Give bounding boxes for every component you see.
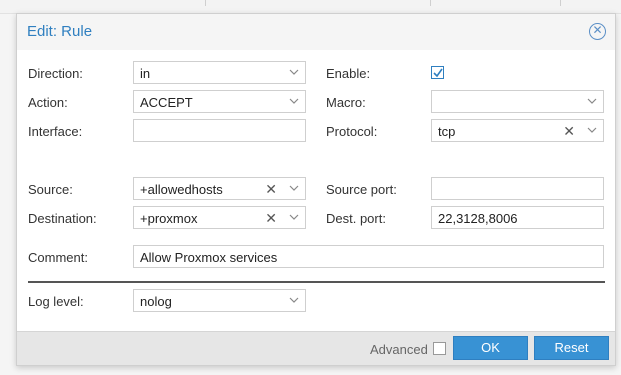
section-divider (28, 281, 605, 283)
clear-icon[interactable]: ✕ (563, 123, 575, 140)
background-toolbar-strip (0, 0, 621, 14)
strip-separator (560, 0, 561, 6)
action-select[interactable]: ACCEPT (133, 90, 306, 113)
interface-input[interactable] (133, 119, 306, 142)
chevron-down-icon (289, 214, 299, 220)
chevron-down-icon (587, 127, 597, 133)
advanced-checkbox[interactable] (433, 342, 446, 355)
action-label: Action: (28, 95, 68, 110)
strip-separator (205, 0, 206, 6)
edit-rule-dialog: Edit: Rule ✕ Direction: in Enable: Actio… (16, 13, 616, 366)
comment-label: Comment: (28, 250, 88, 265)
ok-button[interactable]: OK (453, 336, 528, 360)
direction-select[interactable]: in (133, 61, 306, 84)
dest-port-input[interactable]: 22,3128,8006 (431, 206, 604, 229)
destination-value: +proxmox (140, 211, 198, 226)
interface-label: Interface: (28, 124, 83, 139)
source-value: +allowedhosts (140, 182, 223, 197)
close-icon[interactable]: ✕ (589, 23, 606, 40)
dialog-footer: Advanced OK Reset (17, 331, 615, 365)
destination-label: Destination: (28, 211, 97, 226)
source-select[interactable]: +allowedhosts ✕ (133, 177, 306, 200)
dialog-title: Edit: Rule (27, 23, 93, 40)
action-value: ACCEPT (140, 95, 193, 110)
direction-label: Direction: (28, 66, 83, 81)
chevron-down-icon (289, 69, 299, 75)
dest-port-label: Dest. port: (326, 211, 386, 226)
enable-label: Enable: (326, 66, 371, 81)
source-port-input[interactable] (431, 177, 604, 200)
protocol-select[interactable]: tcp ✕ (431, 119, 604, 142)
macro-select[interactable] (431, 90, 604, 113)
checkmark-icon (433, 68, 443, 78)
direction-value: in (140, 66, 151, 81)
enable-checkbox[interactable] (431, 66, 444, 79)
reset-button[interactable]: Reset (534, 336, 609, 360)
clear-icon[interactable]: ✕ (265, 210, 277, 227)
chevron-down-icon (587, 98, 597, 104)
dest-port-value: 22,3128,8006 (438, 211, 518, 226)
chevron-down-icon (289, 185, 299, 191)
log-level-value: nolog (140, 294, 172, 309)
source-port-label: Source port: (326, 182, 397, 197)
dialog-header: Edit: Rule ✕ (17, 14, 615, 50)
destination-select[interactable]: +proxmox ✕ (133, 206, 306, 229)
chevron-down-icon (289, 98, 299, 104)
protocol-label: Protocol: (326, 124, 378, 139)
log-level-label: Log level: (28, 294, 84, 309)
comment-value: Allow Proxmox services (140, 250, 278, 265)
strip-separator (430, 0, 431, 6)
protocol-value: tcp (438, 124, 456, 139)
log-level-select[interactable]: nolog (133, 289, 306, 312)
comment-input[interactable]: Allow Proxmox services (133, 245, 604, 268)
source-label: Source: (28, 182, 73, 197)
chevron-down-icon (289, 297, 299, 303)
macro-label: Macro: (326, 95, 366, 110)
clear-icon[interactable]: ✕ (265, 181, 277, 198)
advanced-label: Advanced (370, 342, 428, 357)
